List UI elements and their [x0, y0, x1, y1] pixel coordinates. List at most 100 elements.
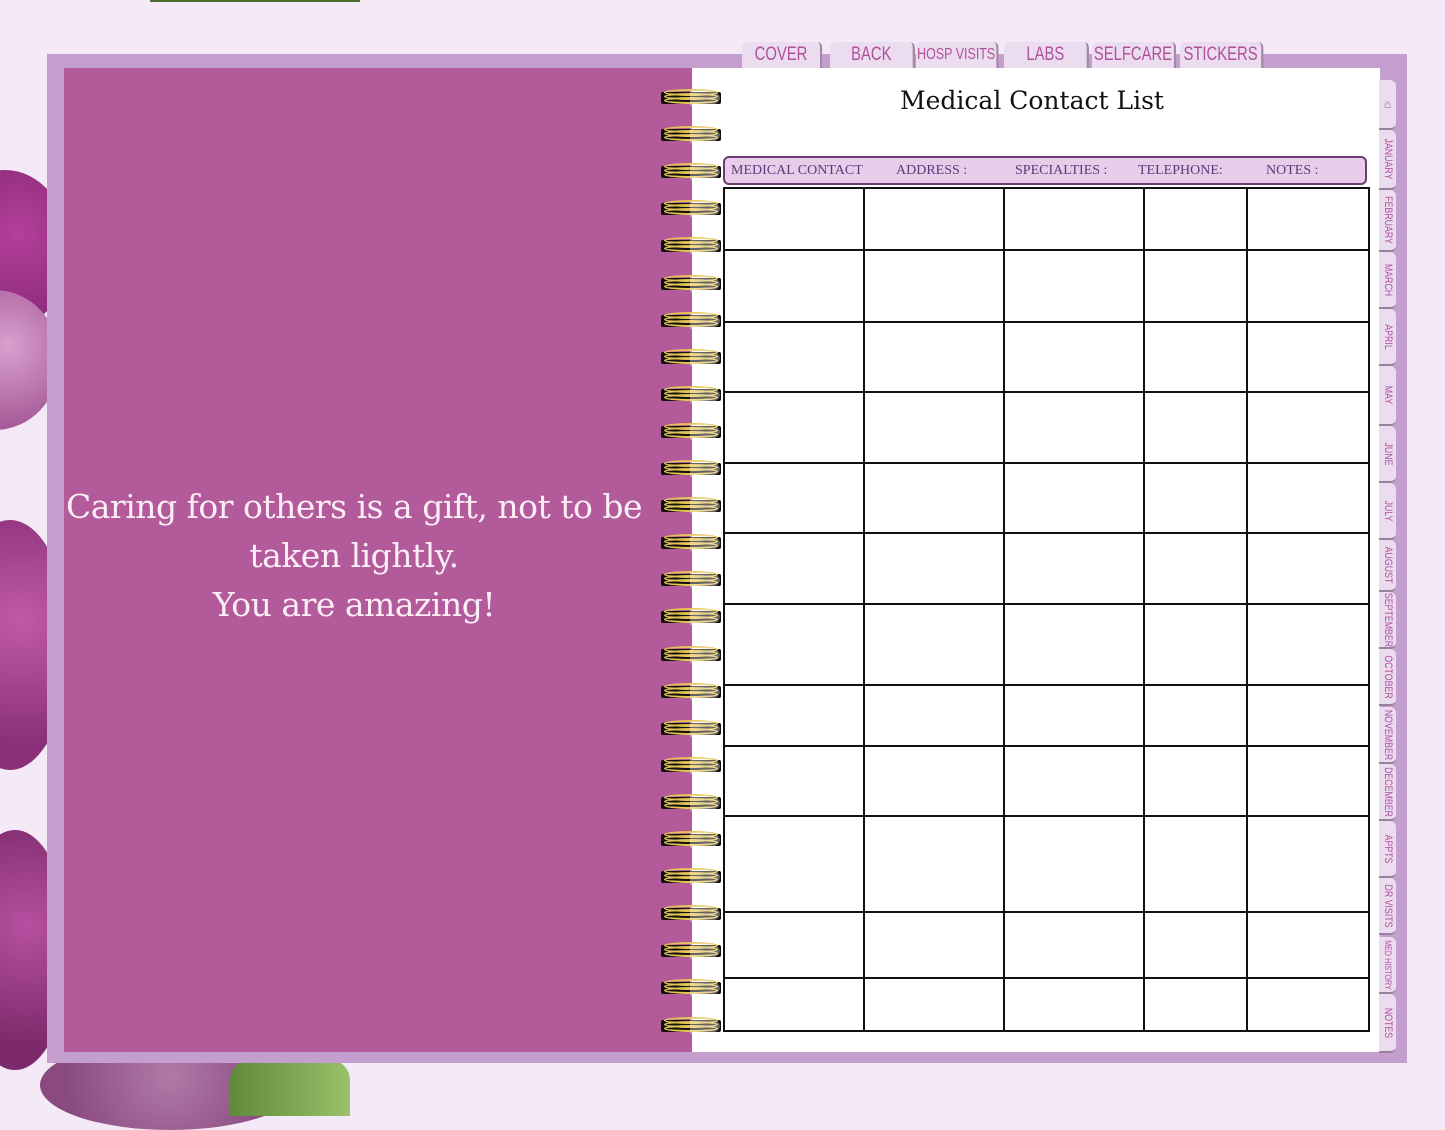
- spiral-ring: [660, 162, 722, 182]
- table-cell[interactable]: [725, 534, 863, 603]
- table-cell[interactable]: [1005, 817, 1143, 911]
- table-cell[interactable]: [725, 605, 863, 684]
- table-cell[interactable]: [1145, 979, 1246, 1030]
- table-cell[interactable]: [865, 393, 1003, 462]
- table-cell[interactable]: [725, 817, 863, 911]
- side-tab-april[interactable]: APRIL: [1379, 309, 1396, 366]
- table-cell[interactable]: [1145, 393, 1246, 462]
- table-cell[interactable]: [865, 817, 1003, 911]
- table-cell[interactable]: [1145, 534, 1246, 603]
- table-cell[interactable]: [1145, 323, 1246, 391]
- side-tab-august[interactable]: AUGUST: [1379, 540, 1396, 592]
- table-cell[interactable]: [1005, 189, 1143, 249]
- table-cell[interactable]: [725, 189, 863, 249]
- tab-cover[interactable]: COVER: [742, 42, 823, 68]
- table-cell[interactable]: [725, 979, 863, 1030]
- side-tab-dr-visits[interactable]: DR VISITS: [1379, 878, 1396, 935]
- side-tab-label: MED HISTORY: [1382, 939, 1393, 990]
- table-cell[interactable]: [865, 534, 1003, 603]
- side-tab-label: MAY: [1381, 385, 1394, 405]
- side-tab-label: NOVEMBER: [1381, 709, 1394, 760]
- table-cell[interactable]: [1005, 979, 1143, 1030]
- table-cell[interactable]: [1145, 817, 1246, 911]
- quote-line: You are amazing!: [212, 585, 496, 624]
- side-tab-notes[interactable]: NOTES: [1379, 994, 1396, 1053]
- side-tab-september[interactable]: SEPTEMBER: [1379, 592, 1396, 649]
- table-cell[interactable]: [865, 979, 1003, 1030]
- side-tab-med-history[interactable]: MED HISTORY: [1379, 937, 1396, 994]
- table-cell[interactable]: [1248, 393, 1368, 462]
- tab-hosp-visits[interactable]: HOSP VISITS: [916, 42, 999, 68]
- table-cell[interactable]: [1005, 913, 1143, 977]
- tab-selfcare[interactable]: SELFCARE: [1092, 42, 1177, 68]
- table-cell[interactable]: [1145, 913, 1246, 977]
- side-tab-label: JUNE: [1381, 442, 1394, 465]
- table-cell[interactable]: [1005, 393, 1143, 462]
- tab-label: LABS: [1026, 44, 1065, 65]
- table-cell[interactable]: [1005, 464, 1143, 532]
- inspirational-quote: Caring for others is a gift, not to be t…: [64, 482, 644, 629]
- tab-back[interactable]: BACK: [830, 42, 916, 68]
- side-tab-october[interactable]: OCTOBER: [1379, 649, 1396, 706]
- table-cell[interactable]: [725, 251, 863, 321]
- table-cell[interactable]: [1005, 534, 1143, 603]
- table-cell[interactable]: [1145, 686, 1246, 745]
- table-cell[interactable]: [1248, 189, 1368, 249]
- table-cell[interactable]: [1248, 251, 1368, 321]
- table-cell[interactable]: [1248, 747, 1368, 815]
- table-cell[interactable]: [725, 323, 863, 391]
- table-cell[interactable]: [865, 464, 1003, 532]
- table-cell[interactable]: [1248, 323, 1368, 391]
- table-cell[interactable]: [725, 464, 863, 532]
- tab-label: STICKERS: [1183, 44, 1258, 65]
- side-tab-november[interactable]: NOVEMBER: [1379, 707, 1396, 764]
- table-cell[interactable]: [865, 913, 1003, 977]
- home-icon: ⌂: [1383, 97, 1392, 111]
- side-tab-label: AUGUST: [1381, 546, 1394, 584]
- side-tab-may[interactable]: MAY: [1379, 366, 1396, 426]
- table-cell[interactable]: [1005, 251, 1143, 321]
- table-cell[interactable]: [865, 323, 1003, 391]
- table-cell[interactable]: [1145, 605, 1246, 684]
- side-tab-june[interactable]: JUNE: [1379, 426, 1396, 483]
- tab-labs[interactable]: LABS: [1004, 42, 1090, 68]
- table-cell[interactable]: [725, 686, 863, 745]
- side-tab-march[interactable]: MARCH: [1379, 252, 1396, 309]
- table-cell[interactable]: [1145, 251, 1246, 321]
- spiral-ring: [660, 904, 722, 924]
- table-cell[interactable]: [865, 251, 1003, 321]
- table-cell[interactable]: [1248, 534, 1368, 603]
- table-cell[interactable]: [1248, 605, 1368, 684]
- side-tab-january[interactable]: JANUARY: [1379, 130, 1396, 190]
- table-cell[interactable]: [1145, 464, 1246, 532]
- table-cell[interactable]: [865, 747, 1003, 815]
- table-cell[interactable]: [1005, 686, 1143, 745]
- table-cell[interactable]: [865, 189, 1003, 249]
- table-cell[interactable]: [1248, 464, 1368, 532]
- table-cell[interactable]: [865, 605, 1003, 684]
- tab-label: HOSP VISITS: [917, 46, 996, 63]
- table-cell[interactable]: [725, 913, 863, 977]
- spiral-ring: [660, 978, 722, 998]
- table-cell[interactable]: [1005, 747, 1143, 815]
- side-tab-appts[interactable]: APPTS: [1379, 821, 1396, 878]
- table-cell[interactable]: [865, 686, 1003, 745]
- table-cell[interactable]: [1145, 747, 1246, 815]
- spiral-ring: [660, 422, 722, 442]
- side-tab-december[interactable]: DECEMBER: [1379, 764, 1396, 821]
- spiral-ring: [660, 607, 722, 627]
- table-cell[interactable]: [725, 393, 863, 462]
- table-cell[interactable]: [725, 747, 863, 815]
- table-cell[interactable]: [1248, 817, 1368, 911]
- table-cell[interactable]: [1145, 189, 1246, 249]
- side-tab-home[interactable]: ⌂: [1379, 80, 1396, 130]
- side-tab-label: NOTES: [1381, 1007, 1394, 1038]
- table-cell[interactable]: [1005, 323, 1143, 391]
- table-cell[interactable]: [1005, 605, 1143, 684]
- side-tab-february[interactable]: FEBRUARY: [1379, 190, 1396, 252]
- table-cell[interactable]: [1248, 979, 1368, 1030]
- table-cell[interactable]: [1248, 686, 1368, 745]
- table-cell[interactable]: [1248, 913, 1368, 977]
- tab-stickers[interactable]: STICKERS: [1180, 42, 1264, 68]
- side-tab-july[interactable]: JULY: [1379, 483, 1396, 540]
